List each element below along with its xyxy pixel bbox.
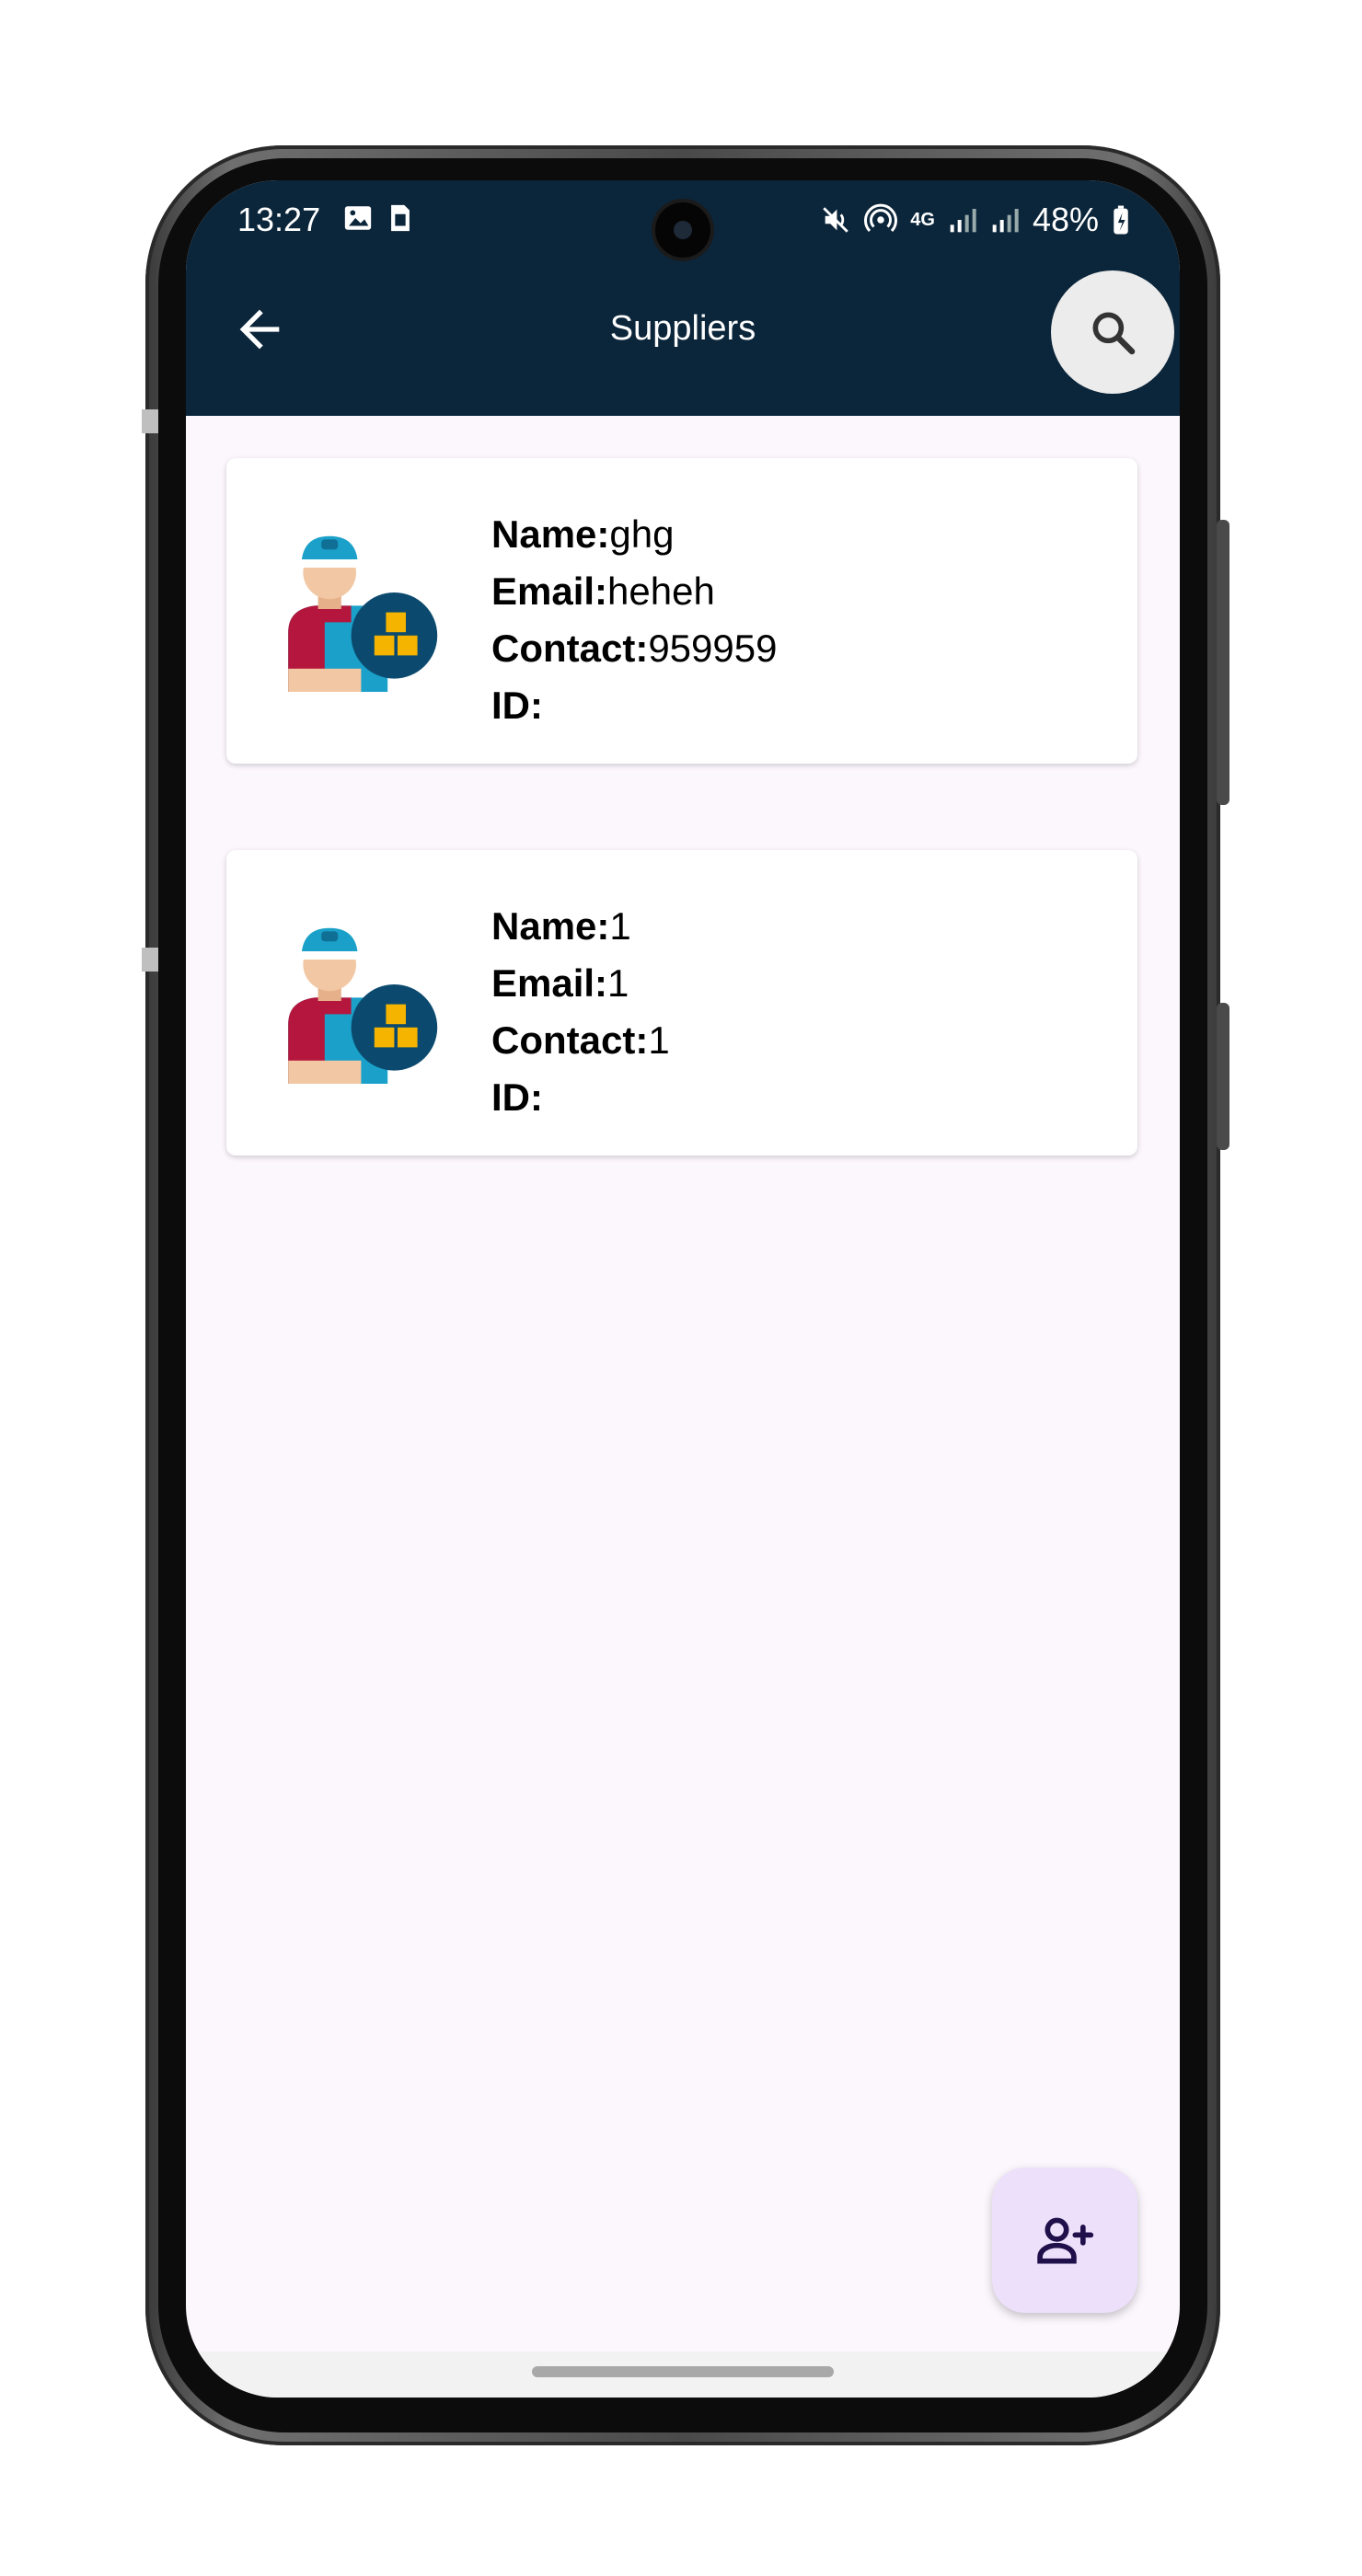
supplier-email-row: Email:heheh [491, 563, 777, 620]
add-supplier-button[interactable] [992, 2168, 1137, 2313]
name-label: Name: [491, 512, 610, 556]
contact-label: Contact: [491, 1018, 649, 1062]
frame-marker [142, 409, 158, 433]
gallery-notification-icon [344, 206, 372, 230]
front-camera [655, 202, 710, 258]
supplier-id-row: ID: [491, 1069, 670, 1126]
id-label: ID: [491, 1075, 543, 1119]
supplier-id-row: ID: [491, 677, 777, 734]
supplier-contact-row: Contact:1 [491, 1012, 670, 1069]
supplier-contact: 1 [648, 1018, 670, 1062]
name-label: Name: [491, 904, 610, 948]
sim-notification-icon [391, 204, 410, 232]
person-add-icon [1037, 2217, 1094, 2264]
supplier-name: 1 [609, 904, 631, 948]
frame-marker [142, 948, 158, 972]
id-label: ID: [491, 684, 543, 727]
app-bar: 13:27 4G 48% Suppliers [186, 180, 1180, 416]
supplier-card[interactable]: Name:1 Email:1 Contact:1 ID: [226, 850, 1137, 1156]
contact-label: Contact: [491, 627, 649, 670]
volume-button [1217, 520, 1229, 805]
supplier-email: heheh [607, 569, 715, 613]
screen: 13:27 4G 48% Suppliers Name:ghg Email:he… [186, 180, 1180, 2398]
supplier-email: 1 [607, 961, 629, 1005]
mute-icon [823, 207, 849, 233]
network-type: 4G [910, 210, 935, 230]
supplier-name-row: Name:ghg [491, 506, 777, 563]
search-icon [1092, 312, 1136, 355]
email-label: Email: [491, 569, 608, 613]
supplier-contact-row: Contact:959959 [491, 620, 777, 677]
battery-percent: 48% [1032, 201, 1099, 238]
supplier-name: ghg [609, 512, 675, 556]
supplier-card[interactable]: Name:ghg Email:heheh Contact:959959 ID: [226, 458, 1137, 764]
supplier-worker-icon [288, 927, 438, 1084]
home-indicator[interactable] [532, 2366, 834, 2377]
supplier-contact: 959959 [648, 627, 778, 670]
supplier-name-row: Name:1 [491, 898, 670, 955]
search-button[interactable] [1051, 270, 1174, 394]
signal-icon-2 [992, 209, 1019, 233]
supplier-email-row: Email:1 [491, 955, 670, 1012]
supplier-info: Name:ghg Email:heheh Contact:959959 ID: [491, 506, 777, 734]
status-bar: 13:27 4G 48% [186, 180, 1180, 263]
supplier-worker-icon [288, 535, 438, 692]
hotspot-icon [864, 203, 898, 233]
signal-icon [950, 209, 976, 233]
supplier-info: Name:1 Email:1 Contact:1 ID: [491, 898, 670, 1126]
battery-charging-icon [1114, 205, 1128, 235]
email-label: Email: [491, 961, 608, 1005]
page-title: Suppliers [609, 309, 756, 348]
status-time: 13:27 [237, 201, 321, 238]
power-button [1217, 1003, 1229, 1150]
